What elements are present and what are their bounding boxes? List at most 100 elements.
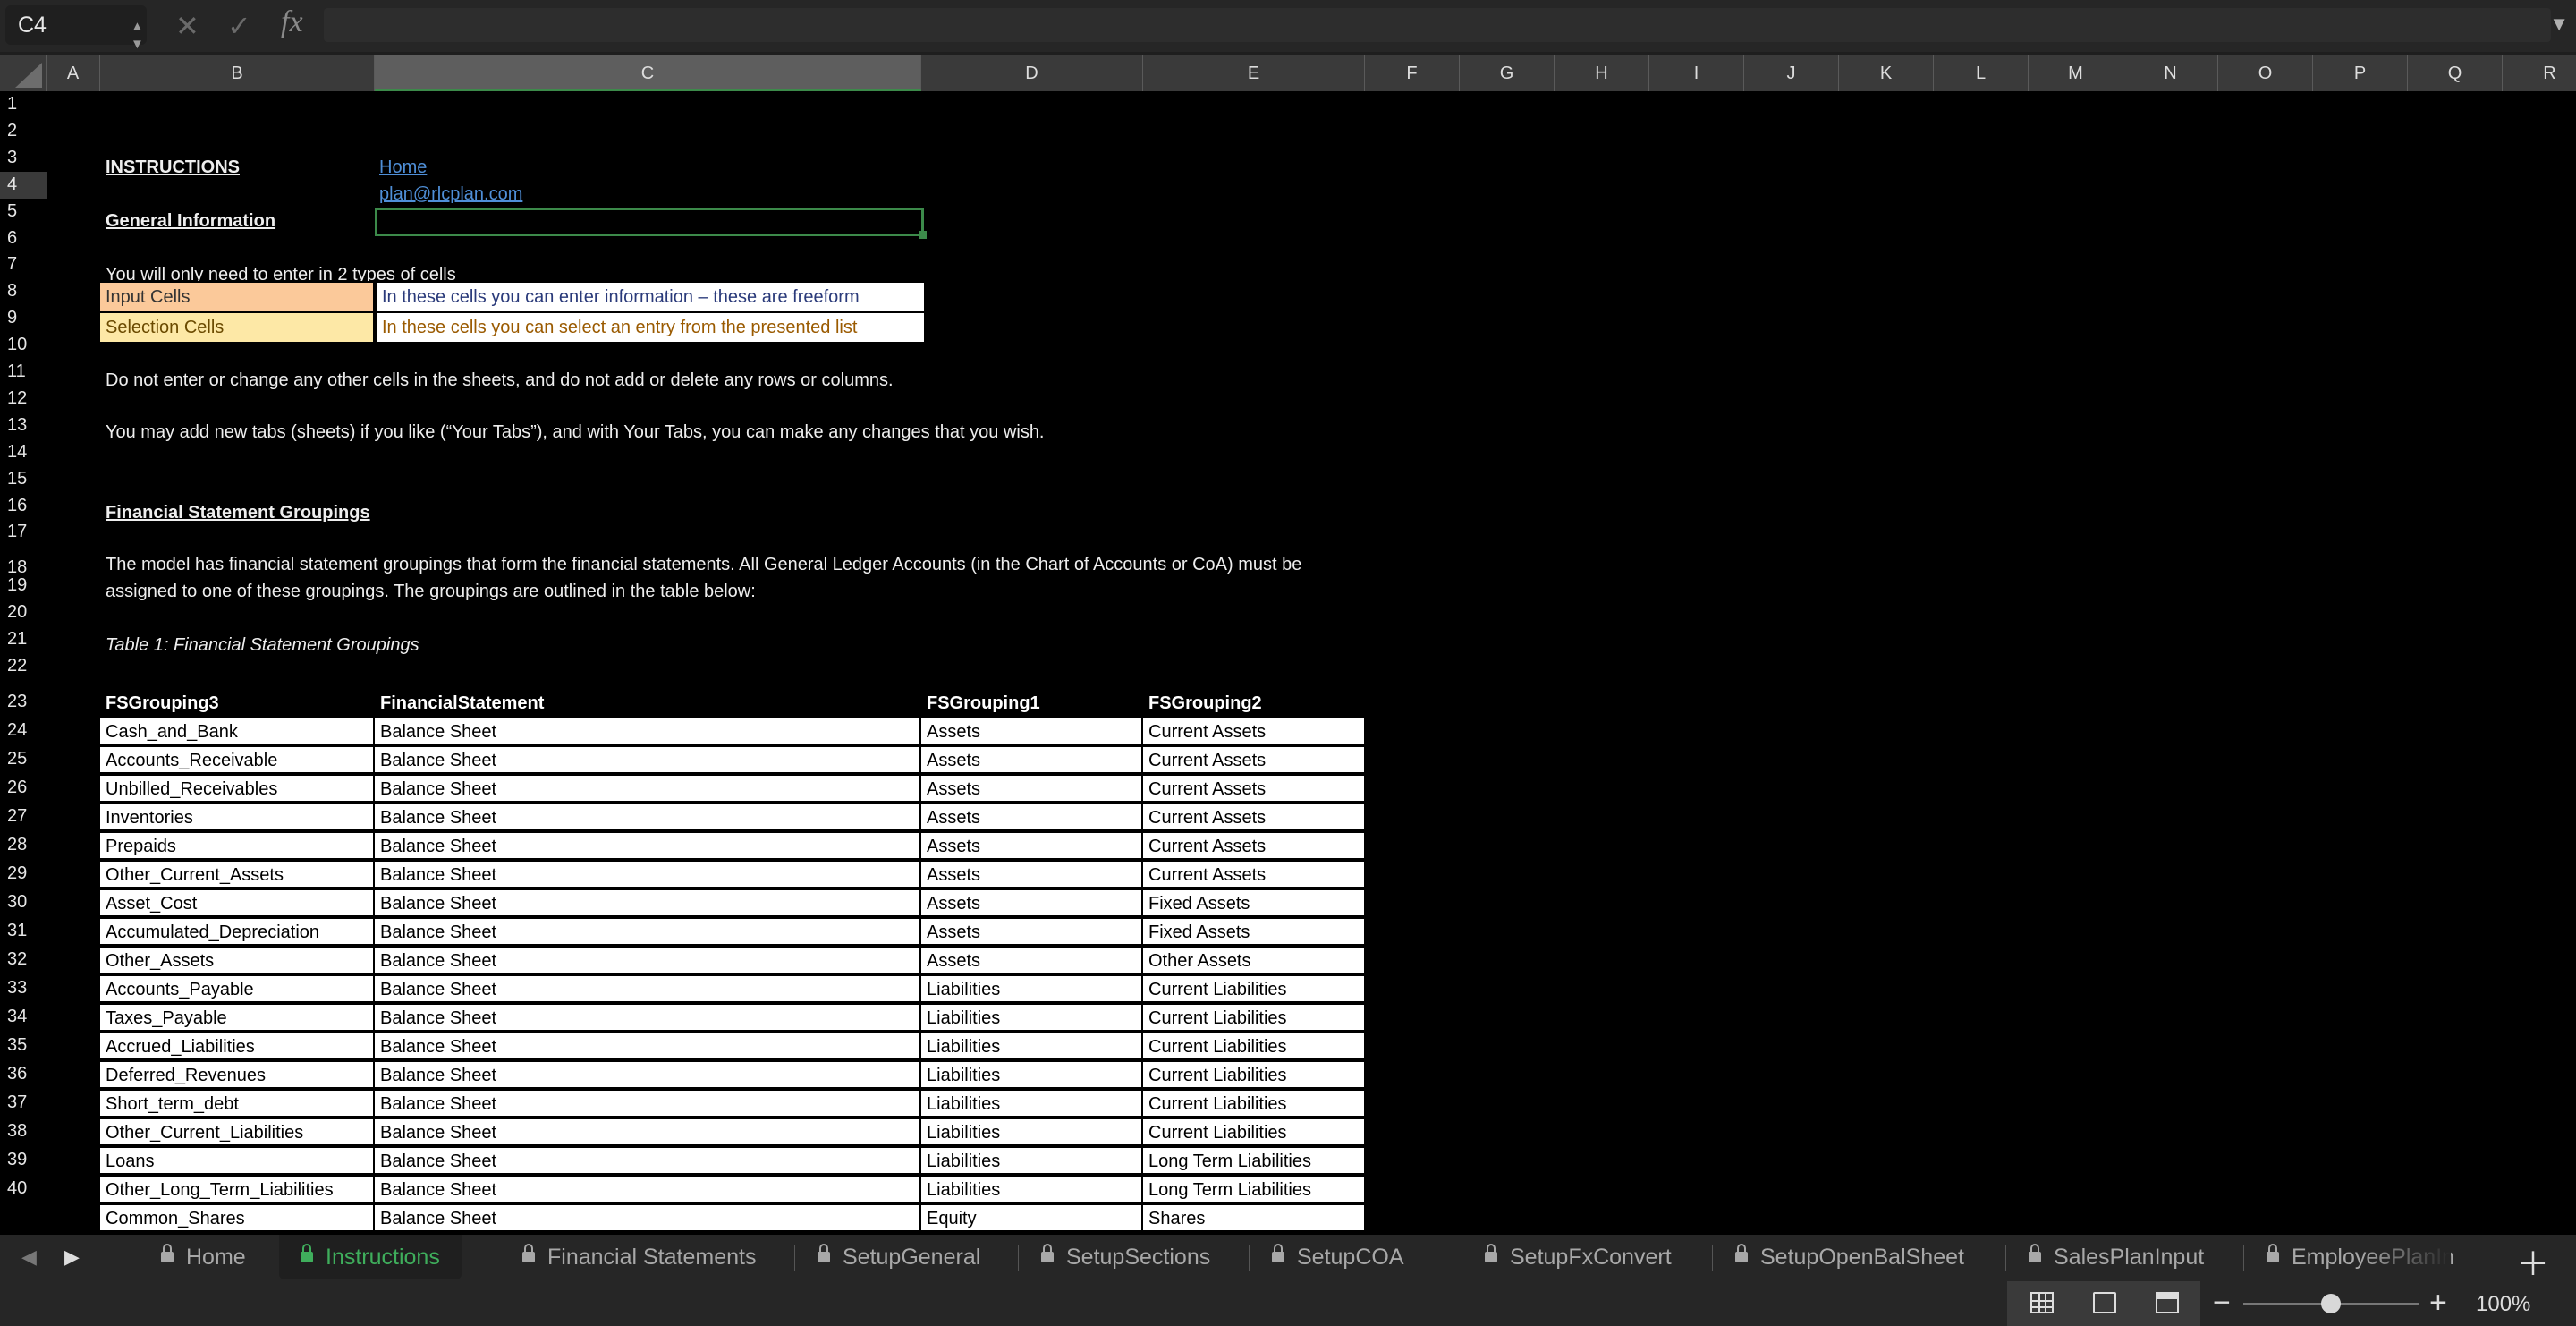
row-header-33[interactable]: 33	[0, 973, 47, 1002]
table-cell[interactable]: Assets	[919, 888, 1143, 917]
row-header-25[interactable]: 25	[0, 744, 47, 773]
table-cell[interactable]: Assets	[919, 745, 1143, 774]
table-cell[interactable]: Balance Sheet	[373, 1118, 921, 1146]
page-break-view-icon[interactable]	[2156, 1292, 2179, 1313]
table-cell[interactable]: Liabilities	[919, 1032, 1143, 1060]
row-header-9[interactable]: 9	[0, 305, 47, 332]
table-cell[interactable]: Inventories	[98, 803, 375, 831]
function-icon[interactable]: fx	[281, 5, 303, 39]
sheet-tab-setupfxconvert[interactable]: SetupFxConvert	[1463, 1235, 1693, 1279]
sheet-tab-setupsections[interactable]: SetupSections	[1020, 1235, 1232, 1279]
table-cell[interactable]: Unbilled_Receivables	[98, 774, 375, 803]
table-cell[interactable]: Liabilities	[919, 1118, 1143, 1146]
table-cell[interactable]: Balance Sheet	[373, 860, 921, 888]
table-cell[interactable]: Liabilities	[919, 1089, 1143, 1118]
table-cell[interactable]: Balance Sheet	[373, 888, 921, 917]
column-header-f[interactable]: F	[1365, 55, 1460, 91]
row-header-7[interactable]: 7	[0, 251, 47, 278]
column-header-p[interactable]: P	[2313, 55, 2408, 91]
table-cell[interactable]: Loans	[98, 1146, 375, 1175]
table-cell[interactable]: Assets	[919, 774, 1143, 803]
column-header-i[interactable]: I	[1649, 55, 1744, 91]
table-cell[interactable]: Fixed Assets	[1141, 888, 1366, 917]
zoom-out-icon[interactable]: −	[2213, 1283, 2231, 1322]
table-cell[interactable]: Accounts_Payable	[98, 974, 375, 1003]
table-cell[interactable]: Balance Sheet	[373, 745, 921, 774]
column-header-m[interactable]: M	[2029, 55, 2123, 91]
table-cell[interactable]: Current Liabilities	[1141, 1060, 1366, 1089]
scroll-left-icon[interactable]: ◀	[21, 1245, 37, 1269]
expand-formula-icon[interactable]: ▼	[2549, 13, 2569, 36]
table-cell[interactable]: Liabilities	[919, 1175, 1143, 1203]
column-header-h[interactable]: H	[1555, 55, 1649, 91]
table-cell[interactable]: Liabilities	[919, 1060, 1143, 1089]
table-cell[interactable]: Balance Sheet	[373, 1003, 921, 1032]
table-cell[interactable]: Taxes_Payable	[98, 1003, 375, 1032]
table-cell[interactable]: Liabilities	[919, 1146, 1143, 1175]
row-header-13[interactable]: 13	[0, 412, 47, 439]
table-cell[interactable]: Assets	[919, 860, 1143, 888]
table-cell[interactable]: Liabilities	[919, 1003, 1143, 1032]
scroll-right-icon[interactable]: ▶	[64, 1245, 80, 1269]
row-header-20[interactable]: 20	[0, 599, 47, 626]
row-header-3[interactable]: 3	[0, 145, 47, 172]
active-cell-c4[interactable]	[375, 208, 924, 236]
table-cell[interactable]: Current Liabilities	[1141, 1089, 1366, 1118]
table-cell[interactable]: Deferred_Revenues	[98, 1060, 375, 1089]
row-header-21[interactable]: 21	[0, 626, 47, 653]
row-header-27[interactable]: 27	[0, 802, 47, 830]
sheet-tab-instructions[interactable]: Instructions	[279, 1235, 462, 1279]
row-header-36[interactable]: 36	[0, 1059, 47, 1088]
table-cell[interactable]: Balance Sheet	[373, 917, 921, 946]
row-header-1[interactable]: 1	[0, 91, 47, 118]
table-cell[interactable]: Equity	[919, 1203, 1143, 1232]
column-header-l[interactable]: L	[1934, 55, 2029, 91]
table-cell[interactable]: Balance Sheet	[373, 717, 921, 745]
table-cell[interactable]: Other_Current_Liabilities	[98, 1118, 375, 1146]
row-header-11[interactable]: 11	[0, 359, 47, 386]
table-cell[interactable]: Fixed Assets	[1141, 917, 1366, 946]
table-cell[interactable]: Current Liabilities	[1141, 1003, 1366, 1032]
row-header-14[interactable]: 14	[0, 439, 47, 466]
sheet-tab-setupgeneral[interactable]: SetupGeneral	[796, 1235, 1002, 1279]
row-header-34[interactable]: 34	[0, 1002, 47, 1031]
row-header-24[interactable]: 24	[0, 716, 47, 744]
table-cell[interactable]: Accrued_Liabilities	[98, 1032, 375, 1060]
table-cell[interactable]: Long Term Liabilities	[1141, 1175, 1366, 1203]
column-header-c[interactable]: C	[375, 55, 921, 91]
row-header-35[interactable]: 35	[0, 1031, 47, 1059]
sheet-tab-home[interactable]: Home	[140, 1235, 267, 1279]
cancel-icon[interactable]: ✕	[175, 8, 199, 44]
table-cell[interactable]: Current Assets	[1141, 831, 1366, 860]
table-cell[interactable]: Balance Sheet	[373, 946, 921, 974]
zoom-in-icon[interactable]: +	[2429, 1283, 2447, 1322]
table-cell[interactable]: Shares	[1141, 1203, 1366, 1232]
row-header-38[interactable]: 38	[0, 1117, 47, 1145]
table-cell[interactable]: Balance Sheet	[373, 831, 921, 860]
checkmark-icon[interactable]: ✓	[227, 8, 251, 44]
row-header-17[interactable]: 17	[0, 519, 47, 546]
table-cell[interactable]: Liabilities	[919, 974, 1143, 1003]
table-cell[interactable]: Current Liabilities	[1141, 974, 1366, 1003]
sheet-tab-salesplaninput[interactable]: SalesPlanInput	[2007, 1235, 2225, 1279]
table-cell[interactable]: Other_Long_Term_Liabilities	[98, 1175, 375, 1203]
column-header-o[interactable]: O	[2218, 55, 2313, 91]
table-cell[interactable]: Other_Current_Assets	[98, 860, 375, 888]
row-header-37[interactable]: 37	[0, 1088, 47, 1117]
row-header-19[interactable]: 19	[0, 573, 47, 599]
table-cell[interactable]: Current Assets	[1141, 774, 1366, 803]
row-header-22[interactable]: 22	[0, 653, 47, 680]
row-header-15[interactable]: 15	[0, 466, 47, 493]
add-sheet-icon[interactable]: ＋	[2517, 1238, 2549, 1281]
column-header-k[interactable]: K	[1839, 55, 1934, 91]
table-cell[interactable]: Assets	[919, 803, 1143, 831]
column-header-d[interactable]: D	[921, 55, 1143, 91]
row-header-23[interactable]: 23	[0, 687, 47, 716]
table-cell[interactable]: Long Term Liabilities	[1141, 1146, 1366, 1175]
fill-handle[interactable]	[919, 231, 927, 239]
table-cell[interactable]: Balance Sheet	[373, 774, 921, 803]
zoom-slider-handle[interactable]	[2321, 1294, 2341, 1313]
table-cell[interactable]: Asset_Cost	[98, 888, 375, 917]
row-header-12[interactable]: 12	[0, 386, 47, 412]
column-header-j[interactable]: J	[1744, 55, 1839, 91]
